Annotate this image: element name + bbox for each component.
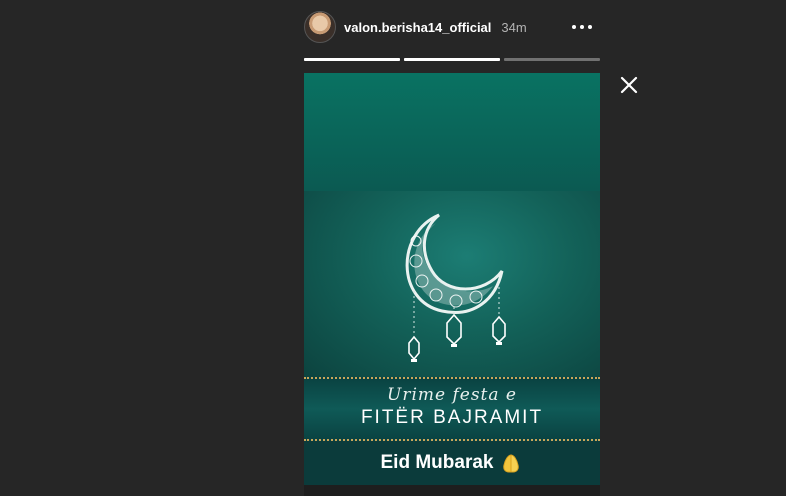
more-dot-icon — [588, 25, 592, 29]
crescent-lantern-image — [304, 191, 600, 377]
greeting-banner: Urime festa e FITËR BAJRAMIT — [304, 377, 600, 441]
username[interactable]: valon.berisha14_official — [344, 20, 491, 35]
progress-segment — [504, 58, 600, 61]
caption-banner: Eid Mubarak — [304, 441, 600, 485]
close-icon[interactable] — [618, 74, 640, 96]
greeting-title-text: FITËR BAJRAMIT — [360, 407, 544, 428]
progress-segment — [304, 58, 400, 61]
story-top-band — [304, 73, 600, 191]
greeting-script-text: Urime festa e — [387, 385, 517, 405]
story-progress-bar — [304, 58, 600, 61]
progress-fill — [404, 58, 500, 61]
timestamp: 34m — [501, 19, 527, 35]
more-options-button[interactable] — [570, 18, 594, 36]
avatar[interactable] — [304, 11, 336, 43]
crescent-moon-icon — [405, 213, 506, 362]
more-dot-icon — [580, 25, 584, 29]
story-content[interactable]: Urime festa e FITËR BAJRAMIT Eid Mubarak — [304, 73, 600, 496]
progress-segment — [404, 58, 500, 61]
caption-text: Eid Mubarak — [380, 452, 494, 473]
more-dot-icon — [572, 25, 576, 29]
progress-fill — [304, 58, 400, 61]
story-header: valon.berisha14_official 34m — [304, 10, 600, 44]
folded-hands-emoji-icon — [503, 454, 520, 473]
story-bottom-strip — [304, 485, 600, 496]
